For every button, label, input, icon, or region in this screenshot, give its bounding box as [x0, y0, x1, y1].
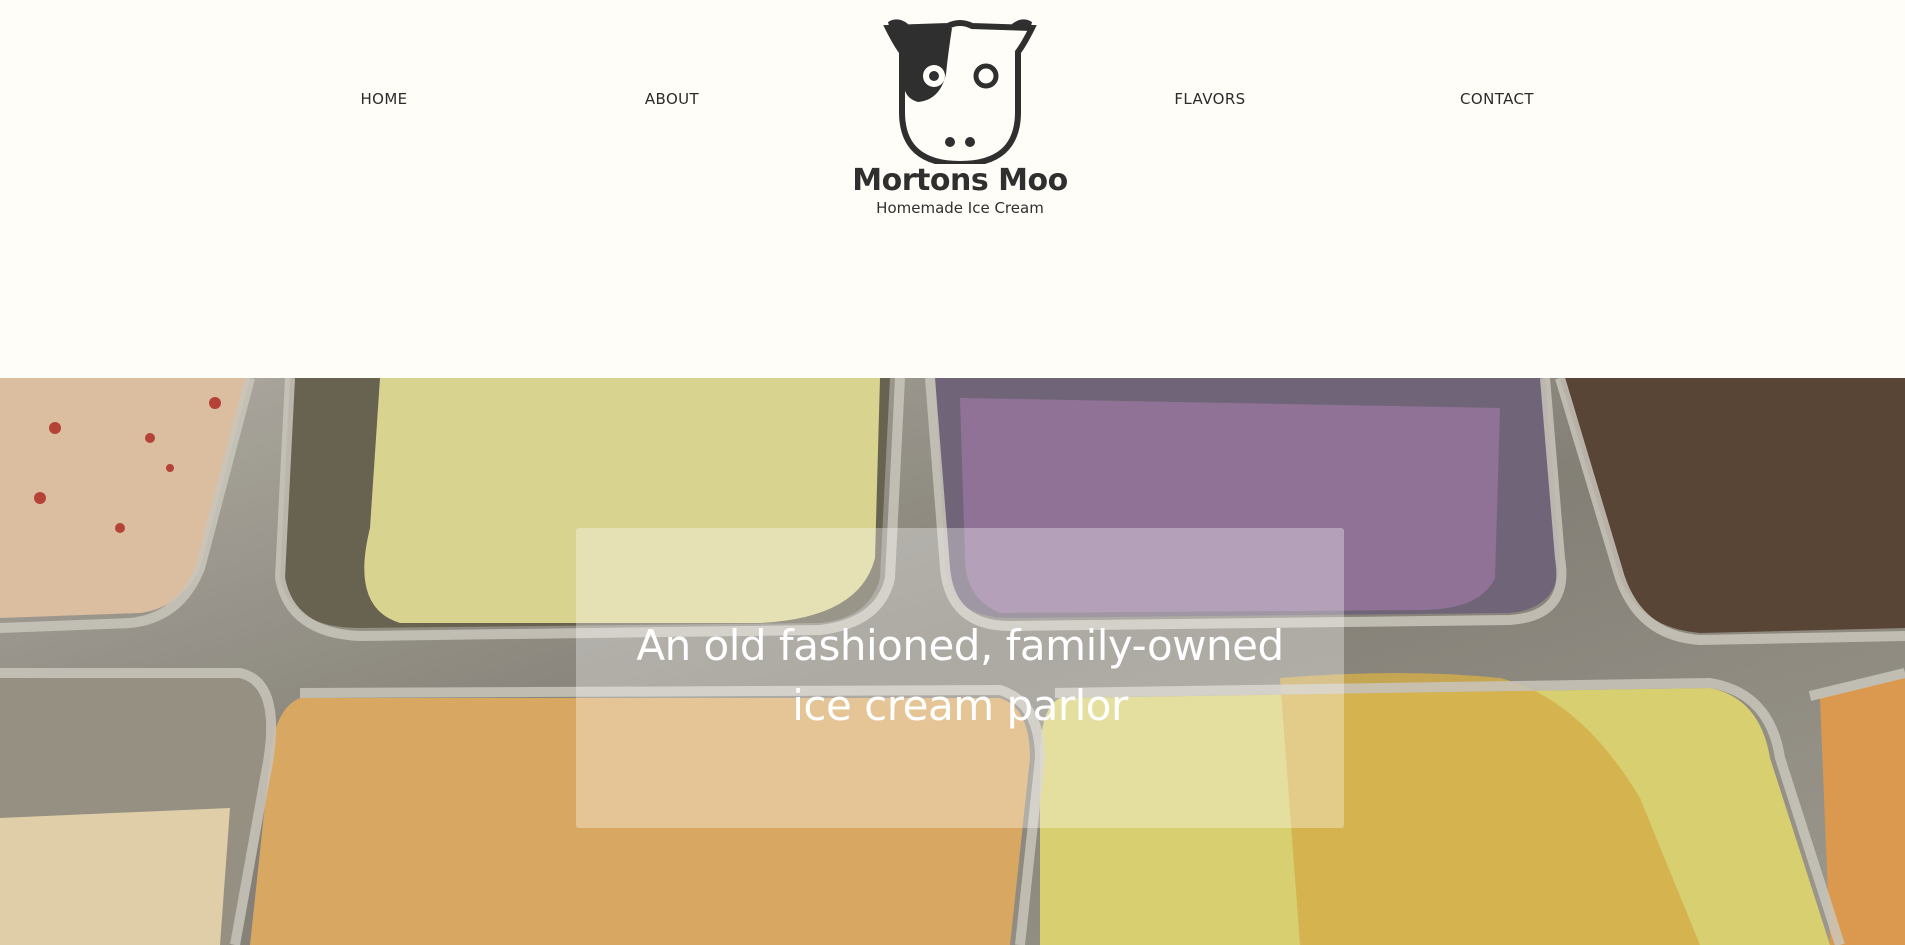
- cow-face-icon: [883, 19, 1037, 164]
- hero-headline-line2: ice cream parlor: [792, 681, 1128, 730]
- site-header: HOME ABOUT Mortons Moo Homemade Ice Crea…: [0, 0, 1905, 378]
- brand-tagline: Homemade Ice Cream: [876, 199, 1044, 217]
- site-logo[interactable]: Mortons Moo Homemade Ice Cream: [848, 14, 1072, 226]
- nav-flavors-link[interactable]: FLAVORS: [1162, 88, 1258, 110]
- brand-name: Mortons Moo: [852, 163, 1068, 198]
- hero-headline: An old fashioned, family-owned ice cream…: [576, 616, 1344, 736]
- hero-banner: An old fashioned, family-owned ice cream…: [0, 378, 1905, 945]
- nav-about-link[interactable]: ABOUT: [626, 88, 718, 110]
- hero-headline-line1: An old fashioned, family-owned: [636, 621, 1284, 670]
- nav-home-link[interactable]: HOME: [340, 88, 428, 110]
- nav-contact-link[interactable]: CONTACT: [1450, 88, 1544, 110]
